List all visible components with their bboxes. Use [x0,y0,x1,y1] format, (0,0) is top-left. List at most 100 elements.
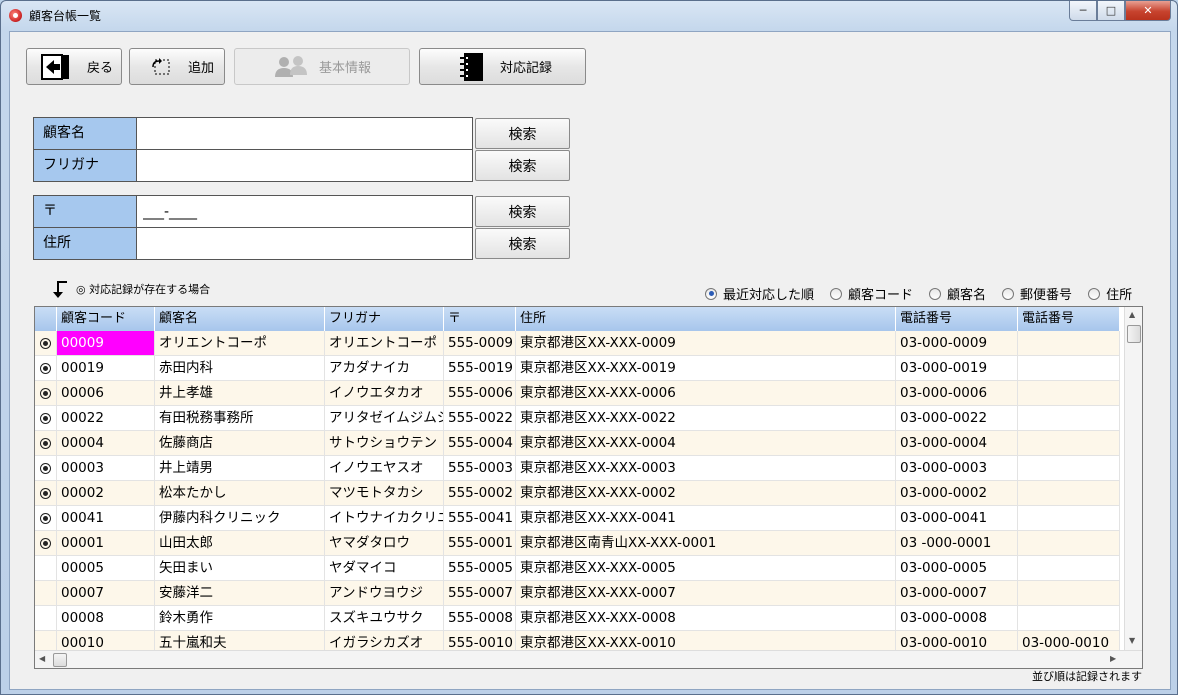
address-input[interactable] [137,228,472,259]
search-address-button[interactable]: 検索 [475,228,570,259]
scroll-right-icon[interactable]: ▶ [1110,654,1116,663]
record-exists-icon [40,387,51,399]
table-row[interactable]: 00009 オリエントコーポ オリエントコーポ 555-0009 東京都港区XX-XXX… [35,331,1120,356]
sort-option-label: 住所 [1106,288,1133,303]
cell-address: 東京都港区XX-XXX-0006 [516,381,896,405]
vertical-scroll-thumb[interactable] [1127,325,1141,343]
cell-address: 東京都港区XX-XXX-0004 [516,431,896,455]
customer-name-input[interactable] [137,118,472,149]
cell-code: 00041 [57,506,155,530]
table-row[interactable]: 00006 井上孝雄 イノウエタカオ 555-0006 東京都港区XX-XXX-0006… [35,381,1120,406]
cell-tel1: 03-000-0019 [896,356,1018,380]
cell-address: 東京都港区XX-XXX-0022 [516,406,896,430]
record-mark-cell [35,381,57,405]
main-panel: 戻る 追加 基本情報 対応記録 顧客名 フリガナ 検索 検索 〒 ___-___… [9,31,1171,690]
record-exists-icon [40,337,51,349]
zip-input[interactable] [137,196,472,227]
basic-info-button[interactable]: 基本情報 [234,48,410,85]
record-button[interactable]: 対応記録 [419,48,586,85]
notebook-icon [460,52,483,81]
vertical-scrollbar[interactable]: ▲ ▼ [1124,307,1142,651]
cell-kana: オリエントコーポ [325,331,444,355]
record-label: 対応記録 [500,61,553,76]
search-name-button[interactable]: 検索 [475,118,570,149]
window-title: 顧客台帳一覧 [29,9,102,23]
scroll-down-icon[interactable]: ▼ [1129,636,1135,645]
column-header[interactable]: フリガナ [325,307,444,331]
search-furigana-button[interactable]: 検索 [475,150,570,181]
cell-tel1: 03-000-0007 [896,581,1018,605]
name-search-form: 顧客名 フリガナ [33,117,473,182]
sort-option-0[interactable]: 最近対応した順 [705,284,814,303]
table-row[interactable]: 00001 山田太郎 ヤマダタロウ 555-0001 東京都港区南青山XX-XXX-00… [35,531,1120,556]
cell-tel1: 03-000-0003 [896,456,1018,480]
cell-kana: イノウエタカオ [325,381,444,405]
horizontal-scrollbar[interactable]: ◀ ▶ [35,650,1142,668]
radio-icon[interactable] [830,287,843,300]
minimize-button[interactable]: ─ [1069,1,1097,21]
scroll-left-icon[interactable]: ◀ [39,654,45,663]
address-search-form: 〒 住所 [33,195,473,260]
sort-option-1[interactable]: 顧客コード [830,284,913,303]
column-header[interactable]: 顧客コード [57,307,155,331]
back-label: 戻る [87,61,114,76]
table-row[interactable]: 00008 鈴木勇作 スズキユウサク 555-0008 東京都港区XX-XXX-0008… [35,606,1120,631]
customer-name-label: 顧客名 [34,118,137,149]
sort-options: 最近対応した順 顧客コード 顧客名 郵便番号 住所 [705,284,1148,303]
cell-code: 00005 [57,556,155,580]
column-header[interactable]: 〒 [444,307,516,331]
record-exists-icon [40,512,51,524]
sort-option-3[interactable]: 郵便番号 [1002,284,1072,303]
close-button[interactable]: ✕ [1125,1,1171,21]
table-row[interactable]: 00007 安藤洋二 アンドウヨウジ 555-0007 東京都港区XX-XXX-0007… [35,581,1120,606]
table-row[interactable]: 00002 松本たかし マツモトタカシ 555-0002 東京都港区XX-XXX-000… [35,481,1120,506]
cell-kana: ヤダマイコ [325,556,444,580]
column-header[interactable]: 電話番号 [896,307,1018,331]
record-mark-cell [35,456,57,480]
cell-zip: 555-0008 [444,606,516,630]
cell-name: 井上靖男 [155,456,325,480]
radio-icon[interactable] [1088,287,1101,300]
cell-zip: 555-0007 [444,581,516,605]
sort-option-2[interactable]: 顧客名 [929,284,986,303]
sort-option-label: 最近対応した順 [723,288,815,303]
column-header[interactable]: 住所 [516,307,896,331]
table-row[interactable]: 00019 赤田内科 アカダナイカ 555-0019 東京都港区XX-XXX-0019 0… [35,356,1120,381]
record-exists-icon [40,487,51,499]
table-row[interactable]: 00004 佐藤商店 サトウショウテン 555-0004 東京都港区XX-XXX-000… [35,431,1120,456]
cell-name: 安藤洋二 [155,581,325,605]
sort-saved-note: 並び順は記録されます [1032,670,1142,683]
cell-name: オリエントコーポ [155,331,325,355]
back-button[interactable]: 戻る [26,48,122,85]
cell-zip: 555-0002 [444,481,516,505]
table-row[interactable]: 00022有田税務事務所アリタゼイムジムショ555-0022東京都港区XX-XX… [35,406,1120,431]
radio-icon[interactable] [929,287,942,300]
add-icon [152,57,170,74]
radio-icon[interactable] [705,287,717,300]
cell-kana: アンドウヨウジ [325,581,444,605]
search-zip-button[interactable]: 検索 [475,196,570,227]
column-header[interactable]: 顧客名 [155,307,325,331]
record-mark-cell [35,356,57,380]
add-button[interactable]: 追加 [129,48,225,85]
sort-option-4[interactable]: 住所 [1088,284,1132,303]
radio-icon[interactable] [1002,287,1015,300]
cell-zip: 555-0005 [444,556,516,580]
column-header[interactable]: 電話番号 [1018,307,1120,331]
cell-address: 東京都港区XX-XXX-0009 [516,331,896,355]
furigana-input[interactable] [137,150,472,181]
table-row[interactable]: 00003 井上靖男 イノウエヤスオ 555-0003 東京都港区XX-XXX-0003… [35,456,1120,481]
maximize-button[interactable]: □ [1097,1,1125,21]
table-row[interactable]: 00005 矢田まい ヤダマイコ 555-0005 東京都港区XX-XXX-0005 03… [35,556,1120,581]
cell-name: 松本たかし [155,481,325,505]
cell-code: 00022 [57,406,155,430]
table-row[interactable]: 00041伊藤内科クリニックイトウナイカクリニック555-0041東京都港区XX… [35,506,1120,531]
record-exists-icon [40,362,51,374]
cell-tel1: 03-000-0022 [896,406,1018,430]
title-bar: 顧客台帳一覧 ─ □ ✕ [1,1,1177,29]
horizontal-scroll-thumb[interactable] [53,653,67,667]
cell-tel2 [1018,406,1120,430]
record-mark-cell [35,556,57,580]
scroll-up-icon[interactable]: ▲ [1129,310,1135,319]
cell-tel2 [1018,556,1120,580]
